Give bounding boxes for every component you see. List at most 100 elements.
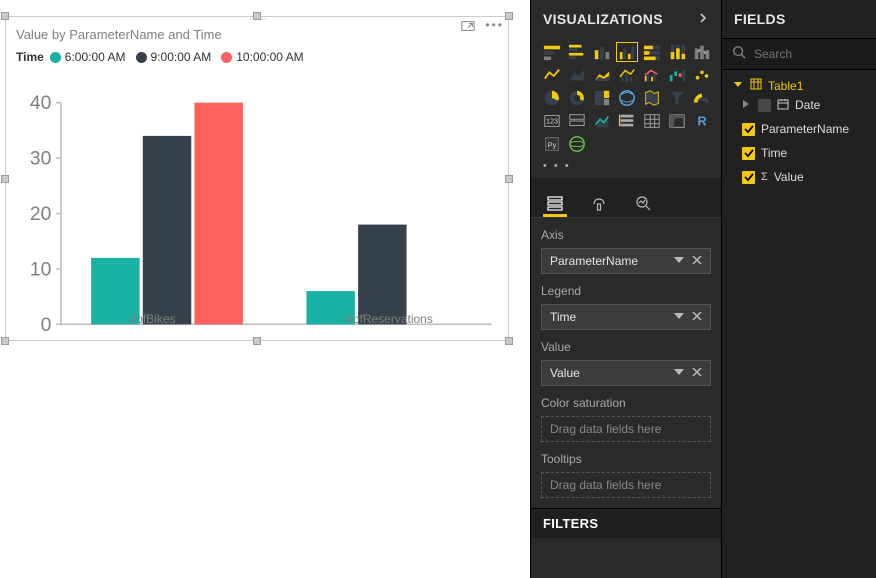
resize-handle-nw[interactable] — [1, 12, 9, 20]
field-row-date[interactable]: Date — [732, 93, 876, 117]
chart-legend[interactable]: Time 6:00:00 AM 9:00:00 AM 10:00:00 AM — [6, 42, 508, 64]
visual-more-options-icon[interactable]: ••• — [485, 19, 504, 33]
field-row-value[interactable]: Σ Value — [732, 165, 876, 189]
field-time-checkbox[interactable] — [742, 147, 755, 160]
well-axis-slot[interactable]: ParameterName — [541, 248, 711, 274]
funnel-icon[interactable] — [666, 88, 688, 108]
resize-handle-ne[interactable] — [505, 12, 513, 20]
scatter-icon[interactable] — [691, 65, 713, 85]
tab-analytics[interactable] — [631, 191, 655, 217]
well-value-dropdown-icon[interactable] — [674, 366, 684, 380]
arcgis-icon[interactable] — [566, 134, 588, 154]
r-visual-icon[interactable]: R — [691, 111, 713, 131]
map-icon[interactable] — [616, 88, 638, 108]
hundred-stacked-bar-icon[interactable] — [641, 42, 663, 62]
legend-swatch-2 — [136, 52, 147, 63]
well-axis-label: Axis — [541, 228, 711, 242]
kpi-icon[interactable] — [591, 111, 613, 131]
visual-clustered-column-chart[interactable]: ⋯⋯ ••• Value by ParameterName and Time T… — [5, 16, 509, 341]
resize-handle-se[interactable] — [505, 337, 513, 345]
treemap-icon[interactable] — [591, 88, 613, 108]
fields-search-input[interactable] — [754, 47, 876, 61]
hundred-stacked-column-icon[interactable] — [666, 42, 688, 62]
well-legend-dropdown-icon[interactable] — [674, 310, 684, 324]
area-chart-icon[interactable] — [566, 65, 588, 85]
table-collapse-icon — [732, 78, 744, 93]
focus-mode-icon[interactable] — [461, 19, 475, 33]
donut-icon[interactable] — [566, 88, 588, 108]
field-parametername-checkbox[interactable] — [742, 123, 755, 136]
chart-plot-area[interactable]: 010203040 — [16, 93, 498, 334]
svg-text:R: R — [697, 115, 706, 129]
resize-handle-e[interactable] — [505, 175, 513, 183]
chart-x-axis: #ofBikes #ofReservations — [34, 312, 508, 330]
well-value-remove-icon[interactable] — [692, 366, 702, 380]
well-value-label: Value — [541, 340, 711, 354]
well-axis-dropdown-icon[interactable] — [674, 254, 684, 268]
stacked-area-icon[interactable] — [591, 65, 613, 85]
collapse-visualizations-icon[interactable] — [697, 11, 709, 27]
line-stacked-column-icon[interactable] — [616, 65, 638, 85]
clustered-column-icon[interactable] — [616, 42, 638, 62]
filters-panel-title: FILTERS — [543, 516, 598, 531]
ribbon-chart-icon[interactable] — [691, 42, 713, 62]
gauge-icon[interactable] — [691, 88, 713, 108]
multi-row-card-icon[interactable] — [566, 111, 588, 131]
visualizations-panel-title: VISUALIZATIONS — [543, 11, 663, 27]
resize-handle-w[interactable] — [1, 175, 9, 183]
card-icon[interactable]: 123 — [541, 111, 563, 131]
field-row-parametername[interactable]: ParameterName — [732, 117, 876, 141]
visualizations-panel-header[interactable]: VISUALIZATIONS — [531, 0, 721, 38]
well-legend-label: Legend — [541, 284, 711, 298]
resize-handle-sw[interactable] — [1, 337, 9, 345]
legend-label-3: 10:00:00 AM — [236, 50, 303, 64]
field-date-checkbox[interactable] — [758, 99, 771, 112]
resize-handle-s[interactable] — [253, 337, 261, 345]
well-legend-remove-icon[interactable] — [692, 310, 702, 324]
visualization-gallery-more[interactable]: • • • — [531, 156, 721, 178]
line-chart-icon[interactable] — [541, 65, 563, 85]
field-wells: Axis ParameterName Legend Time — [531, 218, 721, 508]
well-axis: Axis ParameterName — [541, 228, 711, 274]
well-tooltips-dropzone[interactable]: Drag data fields here — [541, 472, 711, 498]
pie-icon[interactable] — [541, 88, 563, 108]
stacked-bar-icon[interactable] — [541, 42, 563, 62]
filled-map-icon[interactable] — [641, 88, 663, 108]
date-hierarchy-icon — [777, 98, 789, 113]
well-color-dropzone[interactable]: Drag data fields here — [541, 416, 711, 442]
legend-item-1[interactable]: 6:00:00 AM — [50, 50, 126, 64]
well-value-value: Value — [550, 366, 580, 380]
well-legend-slot[interactable]: Time — [541, 304, 711, 330]
field-value-checkbox[interactable] — [742, 171, 755, 184]
fields-panel: FIELDS Table1 Date ParameterName — [721, 0, 876, 578]
fields-panel-header[interactable]: FIELDS — [722, 0, 876, 38]
resize-handle-n[interactable] — [253, 12, 261, 20]
well-color-label: Color saturation — [541, 396, 711, 410]
clustered-bar-icon[interactable] — [566, 42, 588, 62]
visualizations-panel: VISUALIZATIONS 123 R Py • • • Axis Paramet… — [530, 0, 721, 578]
report-canvas[interactable]: ⋯⋯ ••• Value by ParameterName and Time T… — [0, 0, 530, 578]
svg-text:30: 30 — [30, 148, 51, 169]
legend-item-2[interactable]: 9:00:00 AM — [136, 50, 212, 64]
x-axis-label-2: #ofReservations — [271, 312, 508, 330]
waterfall-icon[interactable] — [666, 65, 688, 85]
py-visual-icon[interactable]: Py — [541, 134, 563, 154]
well-legend-value: Time — [550, 310, 576, 324]
legend-item-3[interactable]: 10:00:00 AM — [221, 50, 303, 64]
tab-fields[interactable] — [543, 191, 567, 217]
line-clustered-column-icon[interactable] — [641, 65, 663, 85]
well-axis-remove-icon[interactable] — [692, 254, 702, 268]
slicer-icon[interactable] — [616, 111, 638, 131]
matrix-icon[interactable] — [666, 111, 688, 131]
field-value-name: Value — [774, 170, 876, 184]
field-row-time[interactable]: Time — [732, 141, 876, 165]
filters-panel-header[interactable]: FILTERS — [531, 508, 721, 538]
fields-table-header[interactable]: Table1 — [732, 78, 876, 93]
well-value-slot[interactable]: Value — [541, 360, 711, 386]
stacked-column-icon[interactable] — [591, 42, 613, 62]
tab-format[interactable] — [587, 191, 611, 217]
table-icon[interactable] — [641, 111, 663, 131]
legend-label-2: 9:00:00 AM — [151, 50, 212, 64]
fields-search-row[interactable] — [722, 38, 876, 70]
date-hierarchy-expand-icon[interactable] — [740, 98, 752, 113]
